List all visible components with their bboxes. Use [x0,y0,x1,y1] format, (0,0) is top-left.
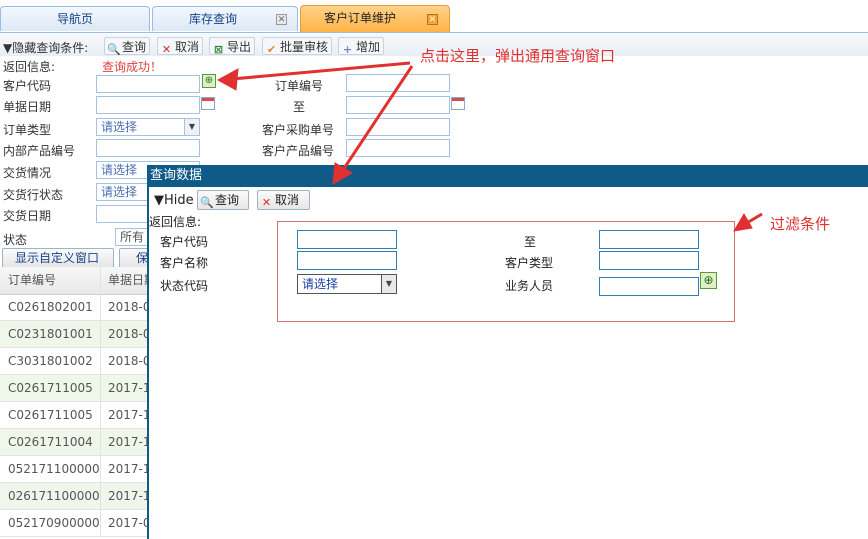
arrow-line [231,61,411,81]
arrow-head [733,213,753,232]
arrow-line [339,65,414,174]
arrow-head [332,162,353,185]
annotation-arrows [216,61,763,232]
arrow-head [216,68,239,91]
